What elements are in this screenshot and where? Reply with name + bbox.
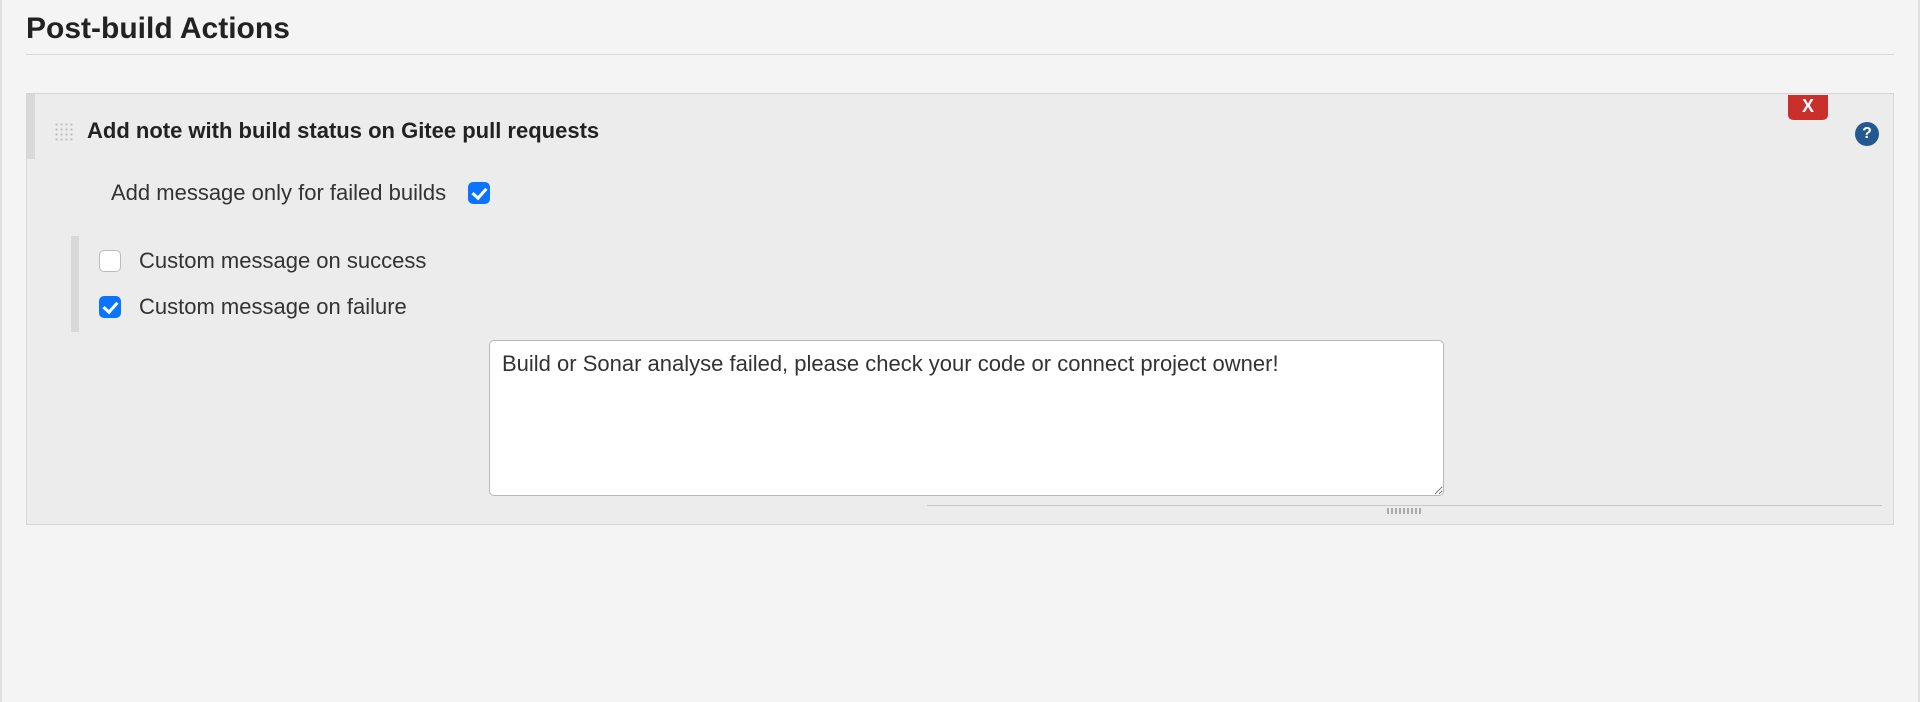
failure-message-textarea[interactable]	[489, 340, 1444, 496]
section-title: Post-build Actions	[26, 8, 1894, 46]
resize-handle-bar[interactable]	[927, 505, 1882, 514]
custom-success-checkbox[interactable]	[99, 250, 121, 272]
block-accent-bar	[27, 94, 35, 159]
custom-failure-label: Custom message on failure	[139, 294, 407, 320]
custom-success-label: Custom message on success	[139, 248, 426, 274]
help-icon[interactable]: ?	[1855, 122, 1879, 146]
custom-failure-row: Custom message on failure	[99, 284, 1869, 330]
custom-success-row: Custom message on success	[99, 238, 1869, 284]
block-header: Add note with build status on Gitee pull…	[27, 94, 1893, 166]
action-title: Add note with build status on Gitee pull…	[87, 118, 599, 144]
section-divider	[26, 54, 1894, 55]
post-build-section: Post-build Actions X ? Add note with bui…	[0, 0, 1920, 702]
delete-label: X	[1802, 96, 1814, 116]
help-label: ?	[1862, 125, 1872, 143]
custom-failure-checkbox[interactable]	[99, 296, 121, 318]
nested-options: Custom message on success Custom message…	[71, 236, 1869, 332]
grip-icon	[1387, 508, 1422, 514]
gitee-note-action-block: X ? Add note with build status on Gitee …	[26, 93, 1894, 525]
drag-handle-icon[interactable]	[53, 121, 73, 141]
block-body: Add message only for failed builds Custo…	[27, 166, 1893, 524]
failure-message-wrap	[51, 332, 1869, 514]
only-failed-label: Add message only for failed builds	[111, 180, 446, 206]
only-failed-row: Add message only for failed builds	[51, 166, 1869, 236]
only-failed-checkbox[interactable]	[468, 182, 490, 204]
delete-action-button[interactable]: X	[1788, 95, 1828, 120]
